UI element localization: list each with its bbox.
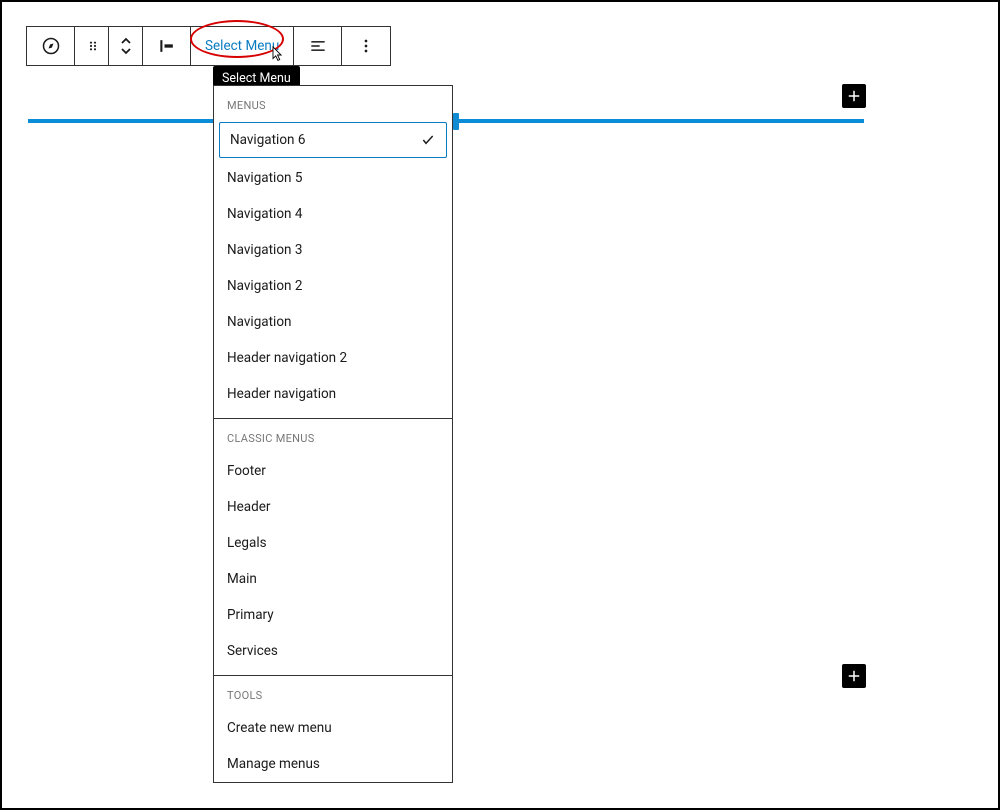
- menu-item-header-navigation[interactable]: Header navigation: [214, 376, 452, 412]
- menu-item-label: Header: [227, 499, 270, 515]
- menu-item-header[interactable]: Header: [214, 489, 452, 525]
- menu-item-label: Navigation 5: [227, 170, 302, 186]
- justify-left-icon: [308, 36, 328, 56]
- menu-item-label: Manage menus: [227, 756, 320, 772]
- menu-item-main[interactable]: Main: [214, 561, 452, 597]
- menu-item-label: Navigation 6: [230, 132, 305, 148]
- menu-item-label: Main: [227, 571, 257, 587]
- select-menu-label: Select Menu: [205, 38, 279, 54]
- dropdown-section-header-tools: TOOLS: [214, 676, 452, 710]
- block-resize-handle[interactable]: [453, 113, 459, 130]
- menu-item-manage-menus[interactable]: Manage menus: [214, 746, 452, 782]
- plus-icon: [845, 667, 863, 685]
- chevron-updown-icon: [119, 36, 133, 56]
- menu-item-footer[interactable]: Footer: [214, 453, 452, 489]
- menu-item-navigation-2[interactable]: Navigation 2: [214, 268, 452, 304]
- add-block-button-bottom[interactable]: [842, 664, 866, 688]
- navigation-block-icon-button[interactable]: [27, 27, 75, 65]
- dropdown-section-header-classic: CLASSIC MENUS: [214, 419, 452, 453]
- menu-item-create-new-menu[interactable]: Create new menu: [214, 710, 452, 746]
- menu-item-label: Services: [227, 643, 278, 659]
- menu-item-label: Navigation: [227, 314, 291, 330]
- block-toolbar: Select Menu: [26, 26, 391, 66]
- more-options-button[interactable]: [342, 27, 390, 65]
- align-button[interactable]: [143, 27, 191, 65]
- menu-item-navigation[interactable]: Navigation: [214, 304, 452, 340]
- menu-item-label: Footer: [227, 463, 266, 479]
- menu-item-navigation-6[interactable]: Navigation 6: [219, 122, 447, 158]
- move-updown-button[interactable]: [109, 27, 143, 65]
- menu-item-label: Navigation 3: [227, 242, 302, 258]
- menu-item-label: Header navigation 2: [227, 350, 347, 366]
- drag-handle-button[interactable]: [75, 27, 109, 65]
- plus-icon: [845, 87, 863, 105]
- add-block-button-top[interactable]: [842, 84, 866, 108]
- tooltip-text: Select Menu: [222, 71, 291, 86]
- menu-item-label: Primary: [227, 607, 274, 623]
- more-vertical-icon: [356, 36, 376, 56]
- select-menu-button[interactable]: Select Menu: [191, 27, 294, 65]
- menu-item-navigation-3[interactable]: Navigation 3: [214, 232, 452, 268]
- menu-item-header-navigation-2[interactable]: Header navigation 2: [214, 340, 452, 376]
- menu-item-navigation-4[interactable]: Navigation 4: [214, 196, 452, 232]
- menu-item-primary[interactable]: Primary: [214, 597, 452, 633]
- align-left-icon: [157, 36, 177, 56]
- drag-handle-icon: [85, 38, 101, 54]
- menu-item-navigation-5[interactable]: Navigation 5: [214, 160, 452, 196]
- check-icon: [420, 132, 436, 148]
- select-menu-dropdown: MENUS Navigation 6 Navigation 5 Navigati…: [213, 85, 453, 783]
- menu-item-label: Legals: [227, 535, 267, 551]
- menu-item-label: Navigation 2: [227, 278, 302, 294]
- menu-item-legals[interactable]: Legals: [214, 525, 452, 561]
- menu-item-services[interactable]: Services: [214, 633, 452, 669]
- dropdown-section-header-menus: MENUS: [214, 86, 452, 120]
- compass-icon: [41, 36, 61, 56]
- menu-item-label: Header navigation: [227, 386, 336, 402]
- menu-item-label: Navigation 4: [227, 206, 302, 222]
- menu-item-label: Create new menu: [227, 720, 332, 736]
- justify-button[interactable]: [294, 27, 342, 65]
